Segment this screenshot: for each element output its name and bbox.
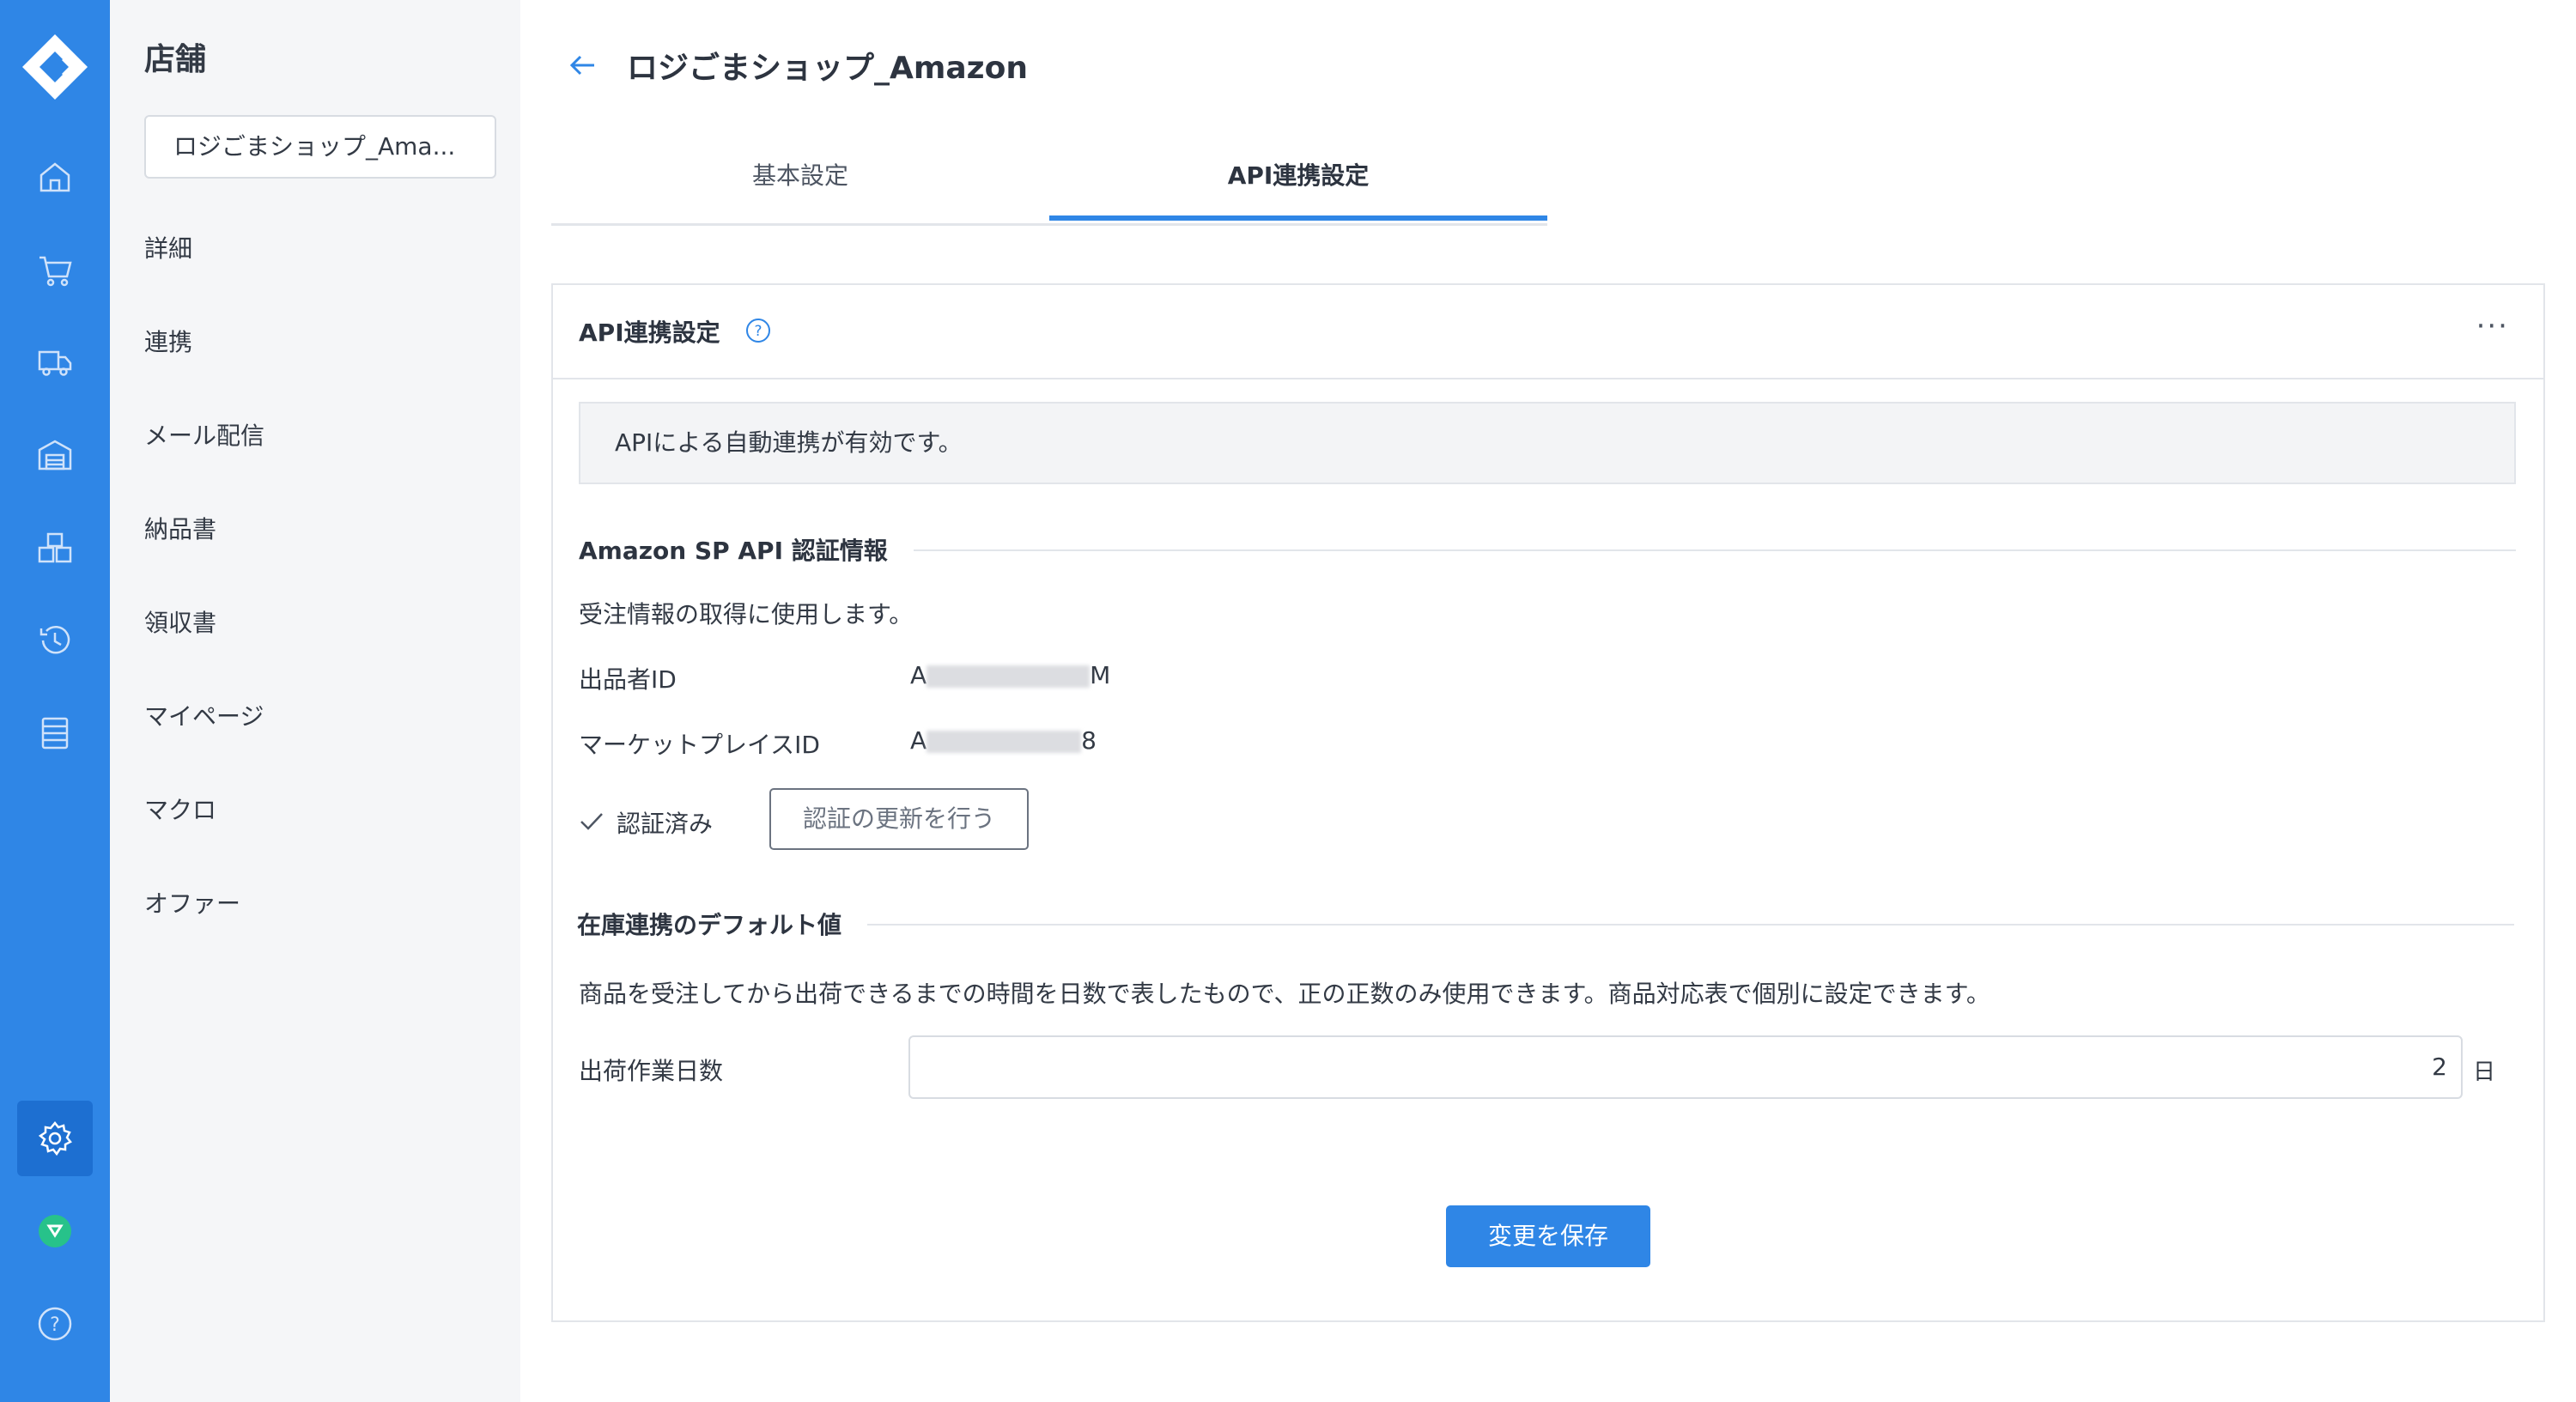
help-icon[interactable]: ? (31, 1300, 79, 1348)
inventory-section-heading: 在庫連携のデフォルト値 (577, 907, 2514, 941)
history-icon[interactable] (31, 616, 79, 665)
sidebar-item-details[interactable]: 詳細 (144, 230, 192, 264)
nav-rail: ? (0, 0, 110, 1402)
sidebar-item-macro[interactable]: マクロ (144, 792, 216, 826)
warehouse-icon[interactable] (31, 431, 79, 479)
auth-section-heading: Amazon SP API 認証情報 (579, 532, 2516, 567)
auth-description: 受注情報の取得に使用します。 (579, 600, 914, 628)
gear-icon[interactable] (17, 1101, 93, 1176)
svg-text:?: ? (754, 323, 762, 340)
divider (577, 924, 2514, 926)
status-notice: APIによる自動連携が有効です。 (579, 402, 2516, 484)
seller-id-label: 出品者ID (579, 665, 677, 694)
more-options-icon[interactable]: ··· (2476, 309, 2509, 343)
redacted-blur (927, 731, 1082, 753)
panel-header: API連携設定 ? ··· (553, 285, 2543, 379)
sidebar-item-delivery-note[interactable]: 納品書 (144, 511, 216, 545)
shipping-days-input[interactable]: 2 (908, 1035, 2463, 1099)
page-title: ロジごまショップ_Amazon (627, 51, 1028, 86)
auth-heading-label: Amazon SP API 認証情報 (579, 532, 914, 567)
check-icon (580, 813, 603, 830)
redacted-blur (927, 665, 1091, 688)
sidebar-item-integration[interactable]: 連携 (144, 324, 192, 358)
boxes-icon[interactable] (31, 524, 79, 572)
cart-icon[interactable] (31, 246, 79, 294)
panel-title: API連携設定 (579, 319, 720, 347)
logo-icon[interactable] (19, 31, 91, 103)
auth-status: 認証済み (617, 810, 714, 838)
marketplace-id-value: A8 (910, 726, 1097, 755)
home-icon[interactable] (31, 153, 79, 201)
sidebar: 店舗 ロジごまショップ_Ama... 詳細 連携 メール配信 納品書 領収書 マ… (110, 0, 520, 1402)
tab-api-settings[interactable]: API連携設定 (1049, 146, 1547, 221)
list-icon[interactable] (31, 709, 79, 757)
back-arrow-icon[interactable] (565, 48, 599, 82)
shipping-days-unit: 日 (2473, 1059, 2496, 1085)
marketplace-id-label: マーケットプレイスID (579, 731, 820, 759)
inventory-heading-label: 在庫連携のデフォルト値 (577, 907, 868, 941)
help-circle-icon[interactable]: ? (744, 316, 773, 345)
store-select[interactable]: ロジごまショップ_Ama... (144, 115, 496, 179)
svg-text:?: ? (50, 1314, 60, 1336)
shipping-days-label: 出荷作業日数 (579, 1057, 724, 1085)
save-button[interactable]: 変更を保存 (1446, 1205, 1650, 1267)
sidebar-item-mypage[interactable]: マイページ (144, 698, 264, 732)
sidebar-item-mail[interactable]: メール配信 (144, 417, 264, 452)
sidebar-item-receipt[interactable]: 領収書 (144, 604, 216, 639)
tab-basic-settings[interactable]: 基本設定 (551, 146, 1049, 223)
renew-auth-button[interactable]: 認証の更新を行う (769, 788, 1029, 850)
inventory-description: 商品を受注してから出荷できるまでの時間を日数で表したもので、正の正数のみ使用でき… (579, 980, 1990, 1008)
tab-bar: 基本設定 API連携設定 (551, 146, 1547, 226)
sidebar-item-offer[interactable]: オファー (144, 885, 240, 919)
truck-icon[interactable] (31, 338, 79, 386)
sidebar-title: 店舗 (144, 42, 207, 77)
seller-id-value: AM (910, 661, 1111, 689)
app-icon[interactable] (31, 1207, 79, 1255)
